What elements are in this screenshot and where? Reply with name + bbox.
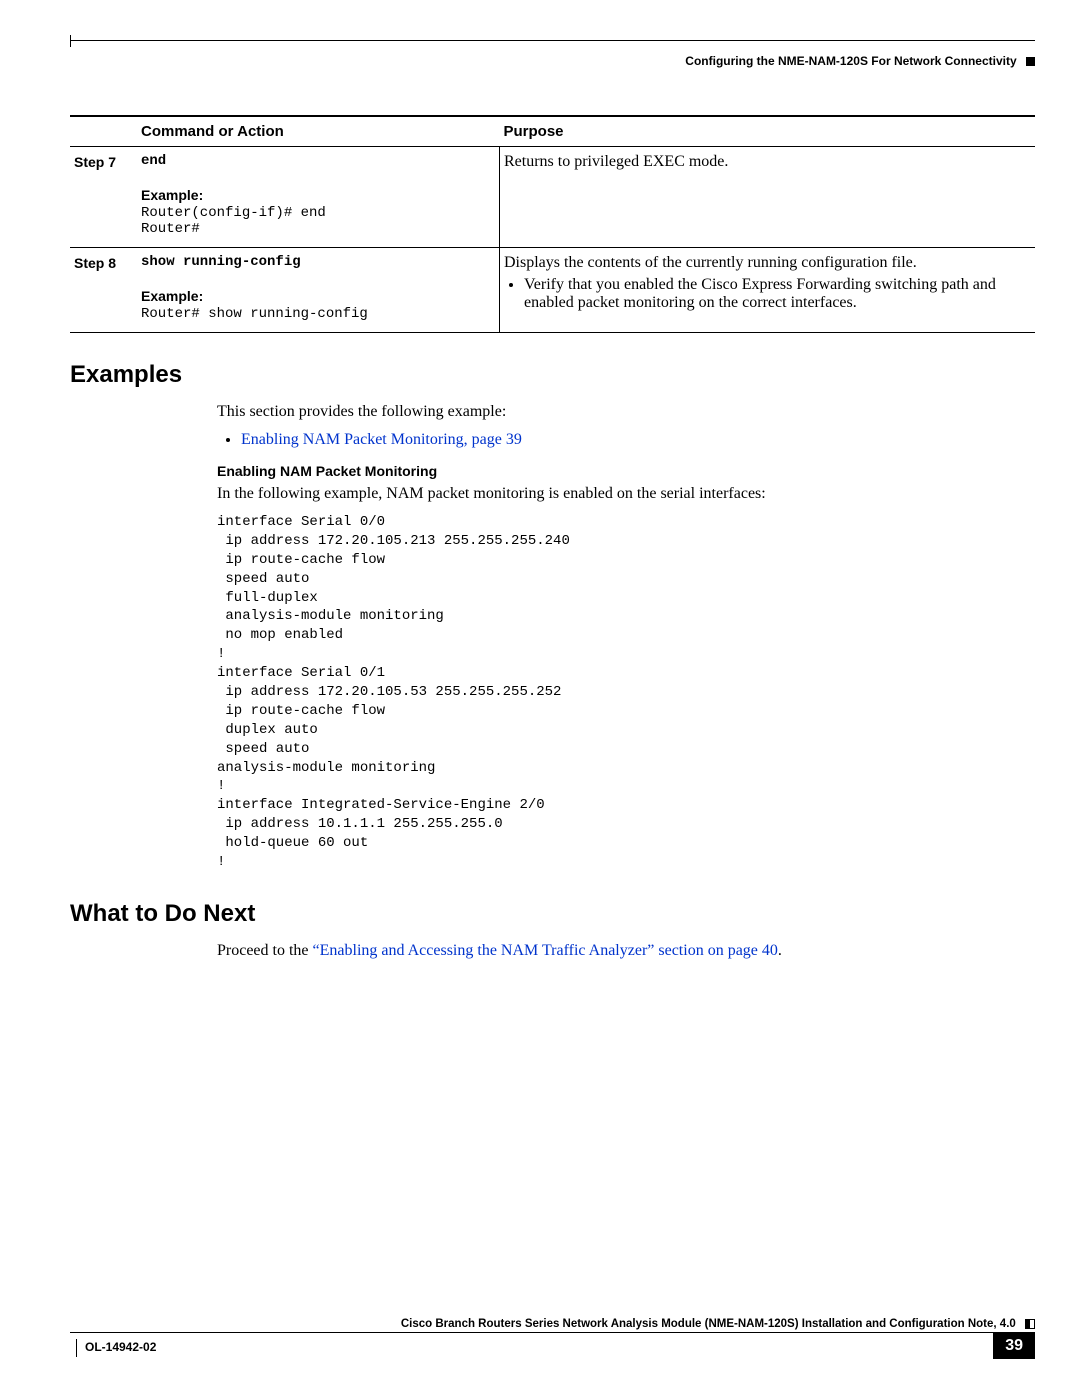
page-footer: Cisco Branch Routers Series Network Anal… — [70, 1318, 1035, 1359]
command-text: end — [141, 153, 491, 169]
running-header: Configuring the NME-NAM-120S For Network… — [685, 54, 1035, 68]
whatnext-para: Proceed to the “Enabling and Accessing t… — [217, 942, 1035, 960]
footer-docnum: OL-14942-02 — [70, 1335, 156, 1357]
example-code: Router# show running-config — [141, 306, 491, 322]
whatnext-heading: What to Do Next — [70, 900, 1035, 928]
command-text: show running-config — [141, 254, 491, 270]
step-label: Step 7 — [70, 147, 137, 248]
example-desc: In the following example, NAM packet mon… — [217, 485, 1035, 503]
header-square-icon — [1026, 57, 1035, 66]
col-command: Command or Action — [137, 116, 500, 147]
examples-intro: This section provides the following exam… — [217, 403, 1035, 421]
example-label: Example: — [141, 288, 491, 304]
col-purpose: Purpose — [500, 116, 1036, 147]
col-step-blank — [70, 116, 137, 147]
example-label: Example: — [141, 187, 491, 203]
running-header-text: Configuring the NME-NAM-120S For Network… — [685, 54, 1016, 68]
table-row: Step 7 end Example: Router(config-if)# e… — [70, 147, 1035, 248]
examples-heading: Examples — [70, 361, 1035, 389]
footer-booktitle: Cisco Branch Routers Series Network Anal… — [401, 1318, 1016, 1330]
example-link[interactable]: Enabling NAM Packet Monitoring, page 39 — [241, 431, 522, 448]
purpose-bullet: Verify that you enabled the Cisco Expres… — [524, 276, 1027, 312]
purpose-text: Displays the contents of the currently r… — [504, 254, 1027, 272]
purpose-text: Returns to privileged EXEC mode. — [504, 153, 728, 170]
whatnext-post: . — [778, 942, 782, 959]
step-label: Step 8 — [70, 248, 137, 333]
command-table: Command or Action Purpose Step 7 end Exa… — [70, 115, 1035, 333]
example-codeblock: interface Serial 0/0 ip address 172.20.1… — [217, 513, 1035, 872]
example-subheading: Enabling NAM Packet Monitoring — [217, 463, 1035, 479]
example-code: Router(config-if)# end Router# — [141, 205, 491, 237]
table-row: Step 8 show running-config Example: Rout… — [70, 248, 1035, 333]
whatnext-pre: Proceed to the — [217, 942, 313, 959]
footer-square-icon — [1025, 1319, 1035, 1329]
footer-pagenum: 39 — [993, 1333, 1035, 1359]
whatnext-link[interactable]: “Enabling and Accessing the NAM Traffic … — [313, 942, 778, 959]
